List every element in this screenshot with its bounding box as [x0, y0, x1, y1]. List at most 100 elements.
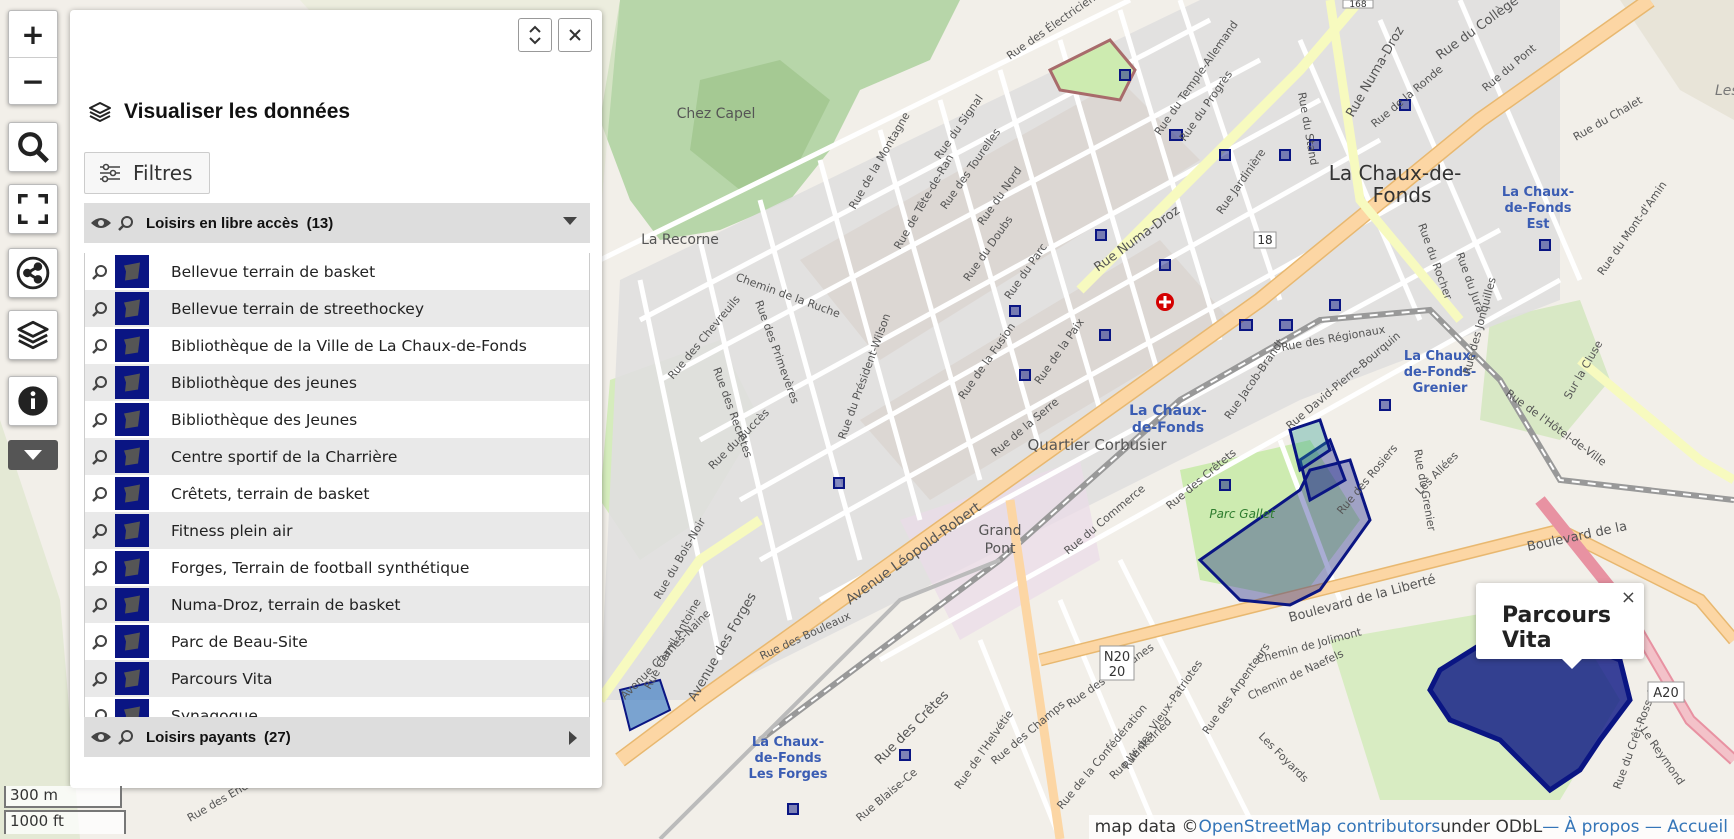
magnifier-icon[interactable]	[85, 597, 115, 613]
list-item[interactable]: Crêtets, terrain de basket	[85, 475, 589, 512]
info-button[interactable]	[8, 376, 58, 426]
magnifier-icon[interactable]	[85, 412, 115, 428]
svg-text:18: 18	[1257, 233, 1272, 247]
feature-popup: Parcours Vita ×	[1476, 583, 1644, 669]
label-chez-capel: Chez Capel	[677, 106, 756, 122]
scale-metric: 300 m	[4, 786, 122, 808]
attribution: map data © OpenStreetMap contributors un…	[1088, 815, 1734, 839]
group-count: (13)	[306, 214, 334, 232]
item-label: Parcours Vita	[171, 669, 273, 688]
item-label: Crêtets, terrain de basket	[171, 484, 370, 503]
list-item[interactable]: Bellevue terrain de basket	[85, 253, 589, 290]
list-item[interactable]: Bibliothèque de la Ville de La Chaux-de-…	[85, 327, 589, 364]
filters-button[interactable]: Filtres	[84, 152, 210, 194]
list-item[interactable]: Numa-Droz, terrain de basket	[85, 586, 589, 623]
home-link[interactable]: — Accueil	[1645, 817, 1728, 837]
feature-symbol-icon	[115, 514, 149, 547]
item-label: Centre sportif de la Charrière	[171, 447, 398, 466]
filters-label: Filtres	[133, 161, 193, 185]
group-name: Loisirs en libre accès	[146, 214, 299, 232]
feature-symbol-icon	[115, 588, 149, 621]
magnifier-icon[interactable]	[85, 486, 115, 502]
fullscreen-button[interactable]	[8, 184, 58, 234]
layer-group-payants[interactable]: Loisirs payants (27)	[84, 717, 590, 757]
zoom-in-button[interactable]: +	[9, 11, 57, 57]
layer-group-libre-acces[interactable]: Loisirs en libre accès (13)	[84, 203, 590, 243]
fullscreen-icon	[18, 194, 48, 224]
magnifier-icon[interactable]	[85, 671, 115, 687]
list-item[interactable]: Bibliothèque des Jeunes	[85, 401, 589, 438]
road-shield-18: 18	[1253, 231, 1277, 249]
list-item[interactable]: Bellevue terrain de streethockey	[85, 290, 589, 327]
layer-item-list: Bellevue terrain de basket Bellevue terra…	[84, 253, 590, 735]
feature-symbol-icon	[115, 329, 149, 362]
layers-button[interactable]	[8, 310, 58, 360]
item-label: Bibliothèque des jeunes	[171, 373, 357, 392]
layers-icon	[89, 102, 111, 122]
group-count: (27)	[264, 728, 291, 746]
feature-symbol-icon	[115, 440, 149, 473]
share-button[interactable]	[8, 248, 58, 298]
caret-down-icon[interactable]	[562, 216, 578, 226]
group-name: Loisirs payants	[146, 728, 257, 746]
magnifier-icon[interactable]	[85, 634, 115, 650]
magnifier-icon[interactable]	[85, 375, 115, 391]
layers-icon	[17, 320, 49, 350]
search-icon	[18, 132, 49, 163]
feature-symbol-icon	[115, 403, 149, 436]
close-panel-button[interactable]	[558, 18, 592, 52]
magnifier-icon[interactable]	[85, 301, 115, 317]
label-station-forges: La Chaux-de-Fonds Les Forges	[749, 735, 828, 782]
about-link[interactable]: — À propos	[1542, 817, 1639, 837]
magnifier-icon[interactable]	[118, 729, 134, 745]
label-les-ar: Les Ar	[1715, 83, 1734, 99]
data-panel: Visualiser les données Filtres Loisirs e…	[70, 10, 602, 788]
caret-down-icon	[24, 450, 42, 460]
zoom-out-button[interactable]: −	[9, 57, 57, 104]
svg-text:168: 168	[1349, 0, 1366, 10]
osm-link[interactable]: OpenStreetMap contributors	[1199, 817, 1441, 837]
list-item[interactable]: Parc de Beau-Site	[85, 623, 589, 660]
expand-button[interactable]	[518, 18, 552, 52]
expand-icon	[529, 25, 541, 45]
magnifier-icon[interactable]	[85, 449, 115, 465]
list-item[interactable]: Bibliothèque des jeunes	[85, 364, 589, 401]
caret-right-icon[interactable]	[568, 730, 578, 746]
road-shield-a20: A20	[1647, 681, 1685, 703]
eye-icon[interactable]	[90, 730, 112, 744]
collapse-controls-button[interactable]	[8, 440, 58, 470]
feature-symbol-icon	[115, 292, 149, 325]
feature-symbol-icon	[115, 662, 149, 695]
svg-text:A20: A20	[1653, 686, 1678, 701]
list-item[interactable]: Parcours Vita	[85, 660, 589, 697]
magnifier-icon[interactable]	[118, 215, 134, 231]
item-label: Forges, Terrain de football synthétique	[171, 558, 470, 577]
popup-close-button[interactable]: ×	[1621, 587, 1636, 608]
magnifier-icon[interactable]	[85, 560, 115, 576]
magnifier-icon[interactable]	[85, 264, 115, 280]
filter-sliders-icon	[100, 163, 120, 183]
label-la-recorne: La Recorne	[641, 232, 719, 248]
panel-tools	[518, 18, 592, 52]
item-label: Numa-Droz, terrain de basket	[171, 595, 401, 614]
search-button[interactable]	[8, 122, 58, 172]
magnifier-icon[interactable]	[85, 523, 115, 539]
label-quartier-corbusier: Quartier Corbusier	[1027, 436, 1167, 454]
share-icon	[16, 256, 50, 290]
magnifier-icon[interactable]	[85, 338, 115, 354]
popup-title: Parcours Vita	[1502, 603, 1611, 653]
eye-icon[interactable]	[90, 216, 112, 230]
list-item[interactable]: Centre sportif de la Charrière	[85, 438, 589, 475]
feature-symbol-icon	[115, 366, 149, 399]
label-parc-gallet: Parc Gallet	[1209, 507, 1276, 521]
item-label: Bibliothèque de la Ville de La Chaux-de-…	[171, 336, 527, 355]
feature-symbol-icon	[115, 477, 149, 510]
feature-symbol-icon	[115, 625, 149, 658]
scale-imperial: 1000 ft	[4, 810, 126, 834]
zoom-control: + −	[8, 10, 58, 105]
list-item[interactable]: Fitness plein air	[85, 512, 589, 549]
list-item[interactable]: Forges, Terrain de football synthétique	[85, 549, 589, 586]
panel-header: Visualiser les données	[88, 100, 350, 124]
feature-symbol-icon	[115, 551, 149, 584]
item-label: Fitness plein air	[171, 521, 293, 540]
